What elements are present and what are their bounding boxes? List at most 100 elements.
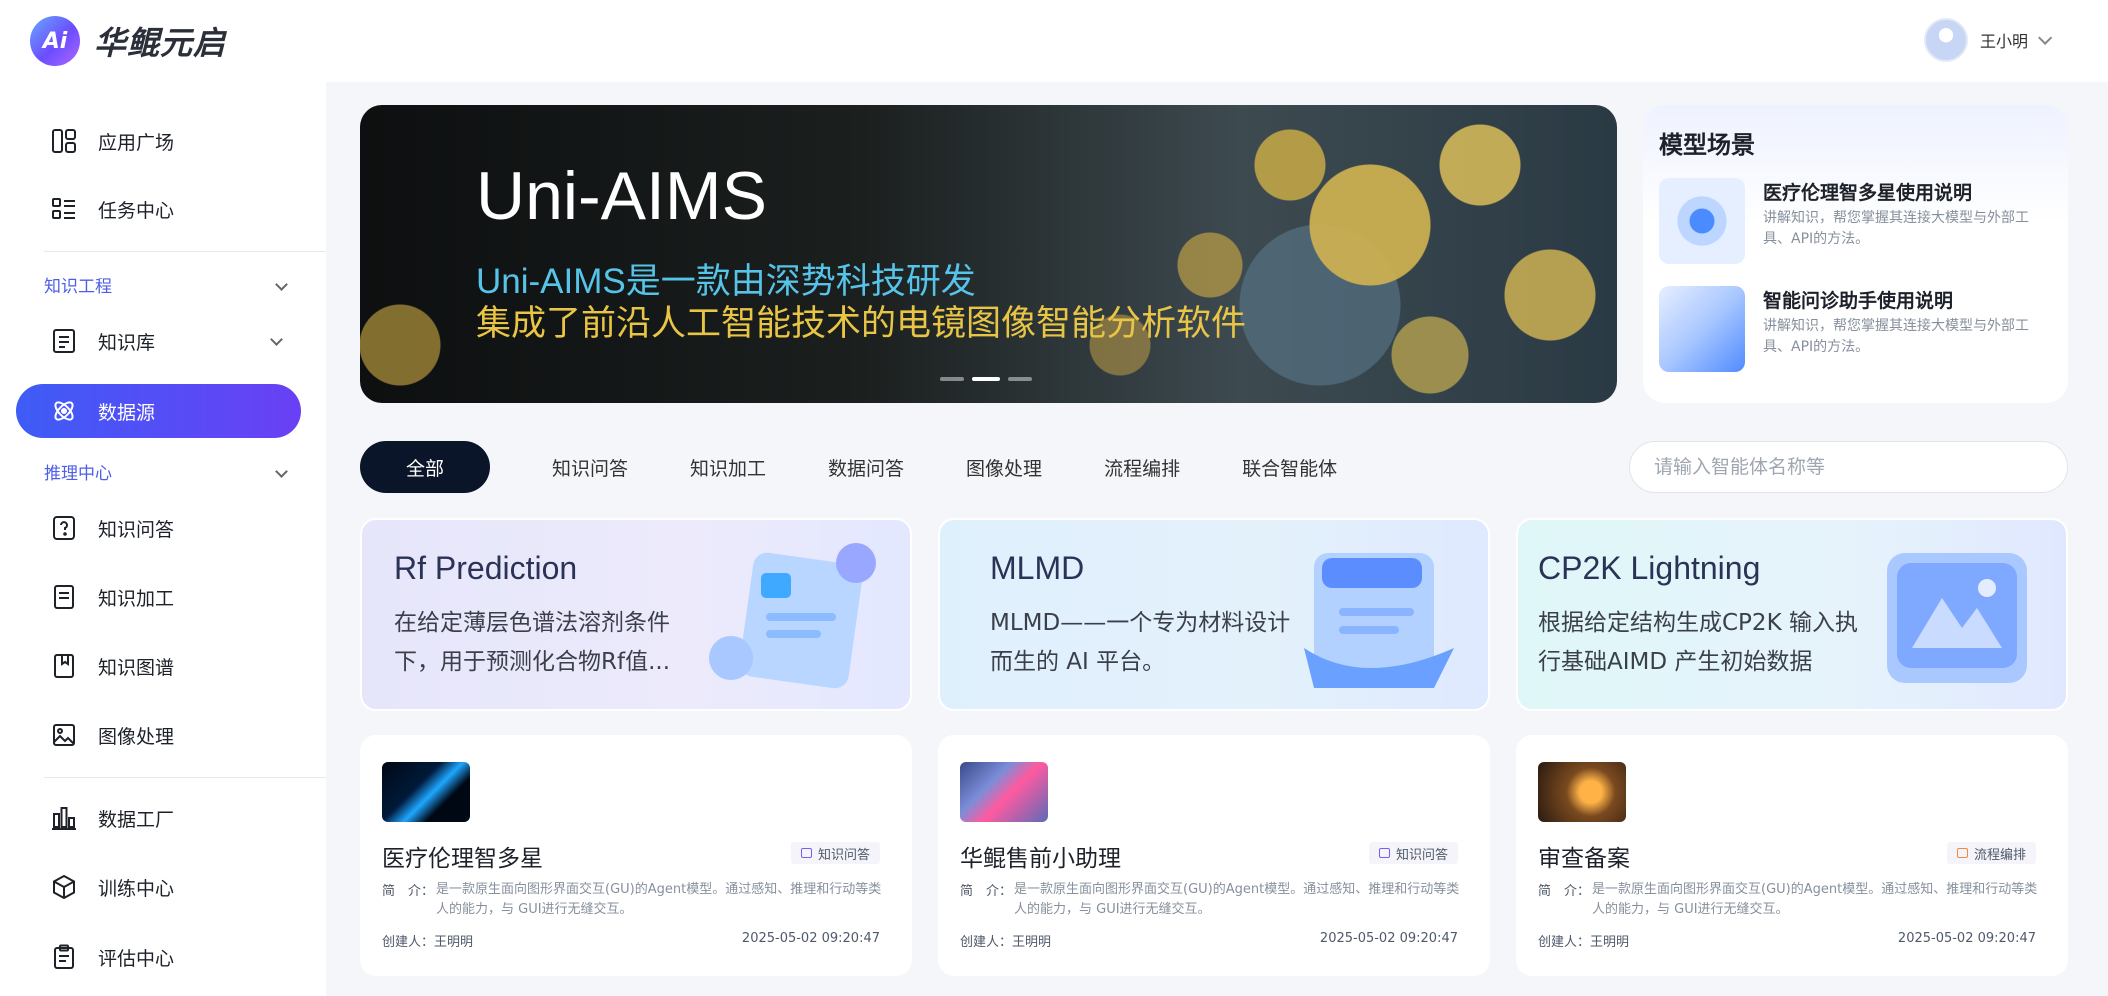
tab-workflow[interactable]: 流程编排 bbox=[1104, 454, 1180, 481]
category-tag: 流程编排 bbox=[1946, 842, 2036, 864]
card-thumbnail bbox=[382, 762, 470, 822]
scene-desc: 讲解知识，帮您掌握其连接大模型与外部工具、API的方法。 bbox=[1763, 210, 2029, 247]
sidebar-item-knowledge-base[interactable]: 知识库 bbox=[16, 314, 301, 368]
section-knowledge-engineering[interactable]: 知识工程 bbox=[44, 272, 294, 297]
logo-mark: Ai bbox=[30, 16, 80, 66]
card-creator: 创建人：王明明 bbox=[1538, 935, 1630, 950]
sidebar-item-label: 应用广场 bbox=[98, 131, 175, 154]
cube-icon bbox=[50, 873, 78, 901]
featured-card-rf-prediction[interactable]: Rf Prediction 在给定薄层色谱法溶剂条件下，用于预测化合物Rf值..… bbox=[360, 518, 912, 711]
document-icon bbox=[50, 327, 78, 355]
featured-title: MLMD bbox=[990, 550, 1085, 586]
sidebar-item-data-factory[interactable]: 数据工厂 bbox=[16, 791, 301, 845]
scene-item[interactable]: 医疗伦理智多星使用说明 讲解知识，帮您掌握其连接大模型与外部工具、API的方法。 bbox=[1659, 178, 2054, 268]
bar-chart-icon bbox=[50, 804, 78, 832]
sidebar: 应用广场 任务中心 知识工程 知识库 数据源 推理中心 知识问答 知识加工 知识… bbox=[0, 82, 326, 996]
sidebar-item-knowledge-processing[interactable]: 知识加工 bbox=[16, 570, 301, 624]
featured-card-mlmd[interactable]: MLMD MLMD——一个专为材料设计而生的 AI 平台。 bbox=[938, 518, 1490, 711]
chevron-down-icon[interactable] bbox=[270, 333, 283, 346]
scroll-illustration-icon bbox=[1304, 553, 1454, 688]
banner-subtitle-line2: 集成了前沿人工智能技术的电镜图像智能分析软件 bbox=[476, 304, 1247, 343]
document-illustration-icon bbox=[709, 543, 876, 689]
tab-data-qa[interactable]: 数据问答 bbox=[828, 454, 904, 481]
logo-text: 华鲲元启 bbox=[94, 24, 227, 62]
user-menu[interactable]: 王小明 bbox=[1923, 18, 2053, 62]
clipboard-icon bbox=[50, 943, 78, 971]
desc-label: 简 介： bbox=[382, 884, 435, 899]
category-tag: 知识问答 bbox=[790, 842, 880, 864]
category-tabs: 全部 知识问答 知识加工 数据问答 图像处理 流程编排 联合智能体 bbox=[360, 441, 1399, 493]
sidebar-item-training-center[interactable]: 训练中心 bbox=[16, 860, 301, 914]
question-icon bbox=[50, 514, 78, 542]
card-creator: 创建人：王明明 bbox=[960, 935, 1052, 950]
sidebar-divider bbox=[44, 251, 326, 252]
sidebar-item-label: 数据源 bbox=[98, 401, 156, 424]
sidebar-item-label: 任务中心 bbox=[98, 199, 175, 222]
tab-knowledge-qa[interactable]: 知识问答 bbox=[552, 454, 628, 481]
card-creator: 创建人：王明明 bbox=[382, 935, 474, 950]
card-time: 2025-05-02 09:20:47 bbox=[1319, 931, 1458, 946]
featured-desc: MLMD——一个专为材料设计而生的 AI 平台。 bbox=[990, 610, 1291, 675]
sidebar-item-data-source[interactable]: 数据源 bbox=[16, 384, 301, 438]
chevron-down-icon[interactable] bbox=[275, 465, 288, 478]
chat-icon bbox=[1378, 848, 1390, 858]
tab-knowledge-processing[interactable]: 知识加工 bbox=[690, 454, 766, 481]
sidebar-item-label: 知识库 bbox=[98, 331, 156, 354]
carousel-dot[interactable] bbox=[940, 377, 964, 381]
sidebar-item-label: 知识图谱 bbox=[98, 656, 175, 679]
featured-card-cp2k-lightning[interactable]: CP2K Lightning 根据给定结构生成CP2K 输入执行基础AIMD 产… bbox=[1516, 518, 2068, 711]
workflow-icon bbox=[1956, 848, 1968, 858]
card-title: 审查备案 bbox=[1538, 846, 1630, 872]
sidebar-item-knowledge-qa[interactable]: 知识问答 bbox=[16, 501, 301, 555]
sidebar-item-evaluation-center[interactable]: 评估中心 bbox=[16, 930, 301, 984]
tab-all[interactable]: 全部 bbox=[360, 441, 490, 493]
tag-label: 流程编排 bbox=[1973, 847, 2026, 863]
agent-card[interactable]: 医疗伦理智多星 知识问答 简 介： 是一款原生面向图形界面交互(GU)的Agen… bbox=[360, 735, 912, 976]
image-illustration-icon bbox=[1887, 553, 2027, 683]
card-title: 华鲲售前小助理 bbox=[960, 846, 1121, 872]
agent-card[interactable]: 华鲲售前小助理 知识问答 简 介： 是一款原生面向图形界面交互(GU)的Agen… bbox=[938, 735, 1490, 976]
sidebar-item-label: 评估中心 bbox=[98, 947, 175, 970]
sidebar-item-label: 数据工厂 bbox=[98, 808, 175, 831]
tab-image-processing[interactable]: 图像处理 bbox=[966, 454, 1042, 481]
scene-item[interactable]: 智能问诊助手使用说明 讲解知识，帮您掌握其连接大模型与外部工具、API的方法。 bbox=[1659, 286, 2054, 376]
search-input[interactable] bbox=[1629, 441, 2068, 493]
carousel-dot[interactable] bbox=[1008, 377, 1032, 381]
card-time: 2025-05-02 09:20:47 bbox=[741, 931, 880, 946]
featured-title: CP2K Lightning bbox=[1538, 550, 1761, 586]
scene-thumbnail bbox=[1659, 178, 1745, 264]
scene-thumbnail bbox=[1659, 286, 1745, 372]
tab-joint-agent[interactable]: 联合智能体 bbox=[1242, 454, 1337, 481]
sidebar-item-label: 知识问答 bbox=[98, 518, 175, 541]
sidebar-item-label: 知识加工 bbox=[98, 587, 175, 610]
carousel-dot-active[interactable] bbox=[972, 377, 1000, 381]
featured-title: Rf Prediction bbox=[394, 550, 578, 586]
sidebar-item-label: 训练中心 bbox=[98, 877, 175, 900]
desc-label: 简 介： bbox=[960, 884, 1013, 899]
section-inference-center[interactable]: 推理中心 bbox=[44, 459, 294, 484]
sidebar-item-task-center[interactable]: 任务中心 bbox=[16, 182, 301, 236]
list-icon bbox=[50, 195, 78, 223]
card-time: 2025-05-02 09:20:47 bbox=[1897, 931, 2036, 946]
agent-card[interactable]: 审查备案 流程编排 简 介： 是一款原生面向图形界面交互(GU)的Agent模型… bbox=[1516, 735, 2068, 976]
avatar[interactable] bbox=[1923, 18, 1968, 62]
sidebar-item-app-square[interactable]: 应用广场 bbox=[16, 114, 301, 168]
scene-title: 智能问诊助手使用说明 bbox=[1763, 290, 1954, 312]
top-bar: Ai 华鲲元启 王小明 bbox=[0, 0, 2108, 82]
desc-label: 简 介： bbox=[1538, 884, 1591, 899]
atom-icon bbox=[50, 397, 78, 425]
chevron-down-icon[interactable] bbox=[2038, 30, 2053, 45]
featured-desc: 在给定薄层色谱法溶剂条件下，用于预测化合物Rf值... bbox=[394, 610, 671, 675]
sidebar-divider bbox=[44, 777, 326, 778]
hero-banner[interactable]: Uni-AIMS Uni-AIMS是一款由深势科技研发 集成了前沿人工智能技术的… bbox=[360, 105, 1617, 403]
card-title: 医疗伦理智多星 bbox=[382, 846, 543, 872]
bookmark-icon bbox=[50, 652, 78, 680]
scene-title: 医疗伦理智多星使用说明 bbox=[1763, 182, 1973, 204]
card-thumbnail bbox=[960, 762, 1048, 822]
sidebar-item-knowledge-graph[interactable]: 知识图谱 bbox=[16, 639, 301, 693]
chevron-down-icon[interactable] bbox=[275, 278, 288, 291]
featured-desc: 根据给定结构生成CP2K 输入执行基础AIMD 产生初始数据 bbox=[1538, 610, 1858, 675]
sidebar-item-image-processing[interactable]: 图像处理 bbox=[16, 708, 301, 762]
carousel-indicator bbox=[940, 377, 1032, 381]
logo[interactable]: Ai 华鲲元启 bbox=[30, 16, 226, 66]
